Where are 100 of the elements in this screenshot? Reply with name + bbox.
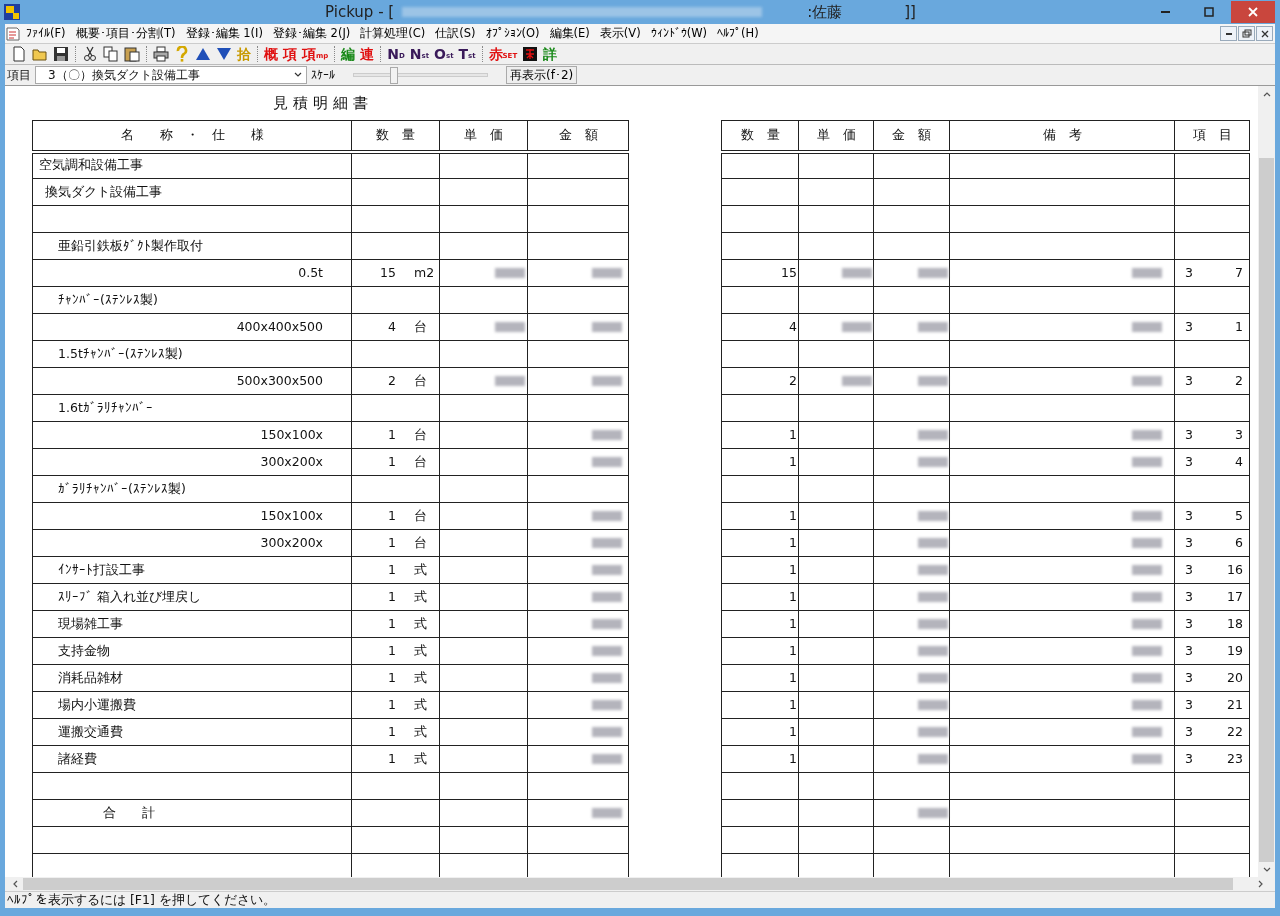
maximize-icon bbox=[1204, 7, 1214, 17]
item-name: 300x200x bbox=[260, 453, 323, 469]
item-dropdown[interactable]: 3（〇）換気ダクト設備工事 bbox=[35, 66, 307, 84]
unit: 台 bbox=[414, 453, 427, 469]
item-group: 3 bbox=[1185, 506, 1193, 526]
field-label: ｽｹｰﾙ bbox=[311, 67, 335, 84]
quantity: 1 bbox=[789, 642, 797, 658]
column-header: 項 目 bbox=[1174, 120, 1250, 152]
menu-item[interactable]: 登録･編集 2(J) bbox=[267, 24, 356, 43]
unit: 台 bbox=[414, 372, 427, 388]
menu-item[interactable]: ｵﾌﾟｼｮﾝ(O) bbox=[480, 24, 545, 43]
unit: 式 bbox=[414, 750, 427, 766]
item-name: ｶﾞﾗﾘﾁｬﾝﾊﾞｰ(ｽﾃﾝﾚｽ製) bbox=[58, 480, 186, 496]
column-header: 金 額 bbox=[873, 120, 950, 152]
unit: 台 bbox=[414, 534, 427, 550]
restore-button[interactable] bbox=[1238, 26, 1255, 41]
unit: 台 bbox=[414, 318, 427, 334]
chevron-down-icon bbox=[1262, 866, 1271, 873]
item-name: ｲﾝｻｰﾄ打設工事 bbox=[58, 561, 145, 577]
quantity: 1 bbox=[387, 587, 396, 606]
column-header: 数 量 bbox=[721, 120, 799, 152]
window-title: Pickup - [ bbox=[325, 1, 395, 23]
quantity: 1 bbox=[789, 696, 797, 712]
quantity: 1 bbox=[789, 588, 797, 604]
unit: 式 bbox=[414, 669, 427, 685]
quantity: 1 bbox=[789, 750, 797, 766]
paste-button[interactable] bbox=[122, 44, 142, 64]
scrollbar-thumb[interactable] bbox=[1259, 158, 1274, 862]
item-group: 3 bbox=[1185, 722, 1193, 742]
quantity: 4 bbox=[789, 318, 797, 334]
menu-item[interactable]: 登録･編集 1(I) bbox=[180, 24, 268, 43]
chevron-down-icon bbox=[294, 72, 302, 78]
menu-item[interactable]: 概要･項目･分割(T) bbox=[70, 24, 181, 43]
item-group: 3 bbox=[1185, 614, 1193, 634]
item-number: 16 bbox=[1227, 560, 1243, 579]
item-name: 300x200x bbox=[260, 534, 323, 550]
unit: 式 bbox=[414, 696, 427, 712]
menu-item[interactable]: 編集(E) bbox=[544, 24, 595, 43]
menu-item[interactable]: 表示(V) bbox=[594, 24, 646, 43]
menu-item[interactable]: ﾍﾙﾌﾟ(H) bbox=[712, 24, 764, 43]
quantity: 1 bbox=[387, 668, 396, 687]
menu-item[interactable]: 仕訳(S) bbox=[430, 24, 481, 43]
slider-thumb[interactable] bbox=[389, 67, 398, 84]
close-button[interactable] bbox=[1256, 26, 1273, 41]
item-number: 18 bbox=[1227, 614, 1243, 633]
quantity: 15 bbox=[379, 263, 396, 282]
item-name: ﾁｬﾝﾊﾞｰ(ｽﾃﾝﾚｽ製) bbox=[58, 291, 158, 307]
window-title: ]] bbox=[904, 1, 916, 23]
unit: 式 bbox=[414, 723, 427, 739]
item-group: 3 bbox=[1185, 749, 1193, 769]
chevron-right-icon bbox=[1258, 880, 1264, 888]
toolbar-button[interactable]: 詳 bbox=[541, 44, 560, 64]
copy-button[interactable] bbox=[101, 44, 121, 64]
toolbar-button[interactable]: 連 bbox=[358, 44, 377, 64]
copy-icon bbox=[103, 46, 119, 62]
unit: 式 bbox=[414, 588, 427, 604]
toolbar-button[interactable]: 項 bbox=[281, 44, 299, 64]
quantity: 4 bbox=[387, 317, 396, 336]
item-number: 23 bbox=[1227, 749, 1243, 768]
item-number: 5 bbox=[1235, 506, 1243, 525]
item-number: 21 bbox=[1227, 695, 1243, 714]
down-triangle-icon bbox=[216, 46, 232, 62]
document-title: 見 積 明 細 書 bbox=[273, 94, 368, 112]
minimize-icon bbox=[1225, 32, 1232, 35]
item-name: 合 計 bbox=[103, 804, 155, 820]
quantity: 1 bbox=[789, 723, 797, 739]
kanji-stamp-icon bbox=[522, 46, 539, 62]
item-name: ｽﾘｰﾌﾞ 箱入れ並び埋戻し bbox=[58, 588, 201, 604]
menu-item[interactable]: ﾌｧｲﾙ(F) bbox=[21, 24, 71, 43]
item-group: 3 bbox=[1185, 695, 1193, 715]
item-name: 500x300x500 bbox=[236, 372, 323, 388]
quantity: 1 bbox=[387, 506, 396, 525]
print-button[interactable] bbox=[151, 44, 171, 64]
toolbar-button[interactable]: 編 bbox=[339, 44, 358, 64]
chevron-left-icon bbox=[12, 880, 18, 888]
clipboard-icon bbox=[124, 46, 140, 62]
menu-item[interactable]: ｳｨﾝﾄﾞｳ(W) bbox=[645, 24, 713, 43]
item-name: 空気調和設備工事 bbox=[39, 157, 143, 173]
quantity: 1 bbox=[789, 669, 797, 685]
toolbar-button[interactable]: 概 bbox=[262, 44, 280, 64]
column-header: 単 価 bbox=[439, 120, 528, 152]
item-name: 場内小運搬費 bbox=[58, 696, 136, 712]
app-logo-icon bbox=[4, 4, 20, 20]
quantity: 1 bbox=[387, 533, 396, 552]
quantity: 1 bbox=[789, 507, 797, 523]
item-name: 支持金物 bbox=[58, 642, 110, 658]
new-document-icon bbox=[11, 46, 27, 62]
item-number: 6 bbox=[1235, 533, 1243, 552]
scrollbar-thumb[interactable] bbox=[23, 878, 1233, 890]
quantity: 1 bbox=[387, 425, 396, 444]
item-number: 1 bbox=[1235, 317, 1243, 336]
printer-icon bbox=[153, 46, 169, 62]
save-button[interactable] bbox=[51, 44, 71, 64]
item-name: 消耗品雑材 bbox=[58, 669, 123, 685]
minimize-button[interactable] bbox=[1220, 26, 1237, 41]
item-group: 3 bbox=[1185, 560, 1193, 580]
unit: 台 bbox=[414, 507, 427, 523]
refresh-button[interactable]: 再表示(f･2) bbox=[506, 66, 578, 84]
minimize-icon bbox=[1160, 11, 1170, 13]
menu-item[interactable]: 計算処理(C) bbox=[355, 24, 431, 43]
